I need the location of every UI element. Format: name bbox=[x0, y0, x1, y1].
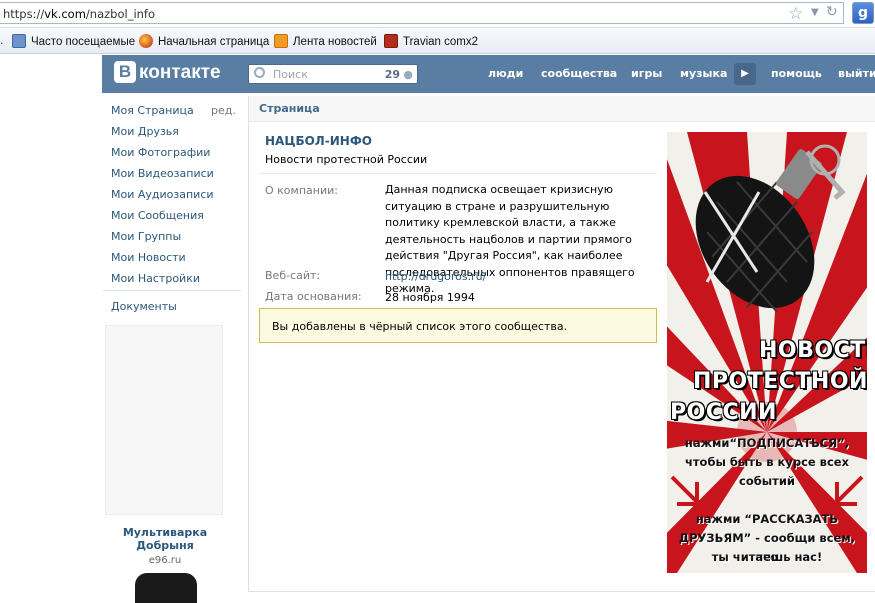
menu-my-videos[interactable]: Мои Видеозаписи bbox=[111, 167, 214, 180]
rss-feed-icon bbox=[274, 34, 288, 48]
ad-product-image[interactable] bbox=[135, 573, 197, 603]
menu-divider bbox=[103, 290, 241, 291]
search-input[interactable]: Поиск 29 ● bbox=[248, 64, 418, 84]
browser-address-bar: https://vk.com/nazbol_info ☆ ▼ ↻ g bbox=[0, 0, 875, 28]
menu-documents[interactable]: Документы bbox=[111, 300, 177, 313]
reload-icon[interactable]: ↻ bbox=[826, 4, 838, 20]
website-link[interactable]: http://drugoros.ru/ bbox=[385, 269, 486, 286]
poster-text-3: событий bbox=[739, 474, 795, 488]
bookmark-news-feed[interactable]: Лента новостей bbox=[274, 34, 377, 48]
group-avatar[interactable]: НОВОСТИ ПРОТЕСТНОЙ РОССИИ нажми“ПОДПИСАТ… bbox=[667, 132, 867, 573]
play-icon[interactable]: ▶ bbox=[734, 63, 756, 85]
poster-text-1: нажми“ПОДПИСАТЬСЯ”, bbox=[684, 436, 850, 450]
divider bbox=[259, 173, 657, 174]
nav-help[interactable]: помощь bbox=[771, 67, 822, 80]
nav-communities[interactable]: сообщества bbox=[541, 67, 617, 80]
poster-text-2: чтобы быть в курсе всех bbox=[684, 455, 849, 469]
menu-my-page[interactable]: Моя Страница bbox=[111, 104, 194, 117]
user-icon: ● bbox=[403, 68, 413, 81]
online-friends-count: 29 bbox=[384, 68, 400, 81]
breadcrumb[interactable]: Страница bbox=[259, 102, 320, 115]
poster-text-4: нажми “РАССКАЗАТЬ bbox=[695, 512, 839, 526]
google-search-icon[interactable]: g bbox=[852, 2, 874, 24]
bookmark-start-page[interactable]: Начальная страница bbox=[139, 34, 269, 48]
website-label: Веб-сайт: bbox=[265, 269, 321, 282]
ad-banner[interactable] bbox=[105, 325, 223, 515]
vk-logo[interactable]: Вконтакте bbox=[114, 61, 221, 87]
menu-my-messages[interactable]: Мои Сообщения bbox=[111, 209, 204, 222]
menu-my-groups[interactable]: Мои Группы bbox=[111, 230, 181, 243]
bookmark-travian[interactable]: Travian comx2 bbox=[384, 34, 478, 48]
about-label: О компании: bbox=[265, 184, 338, 197]
frequently-visited-icon bbox=[12, 34, 26, 48]
menu-my-settings[interactable]: Мои Настройки bbox=[111, 272, 200, 285]
nav-games[interactable]: игры bbox=[631, 67, 662, 80]
url-text: https://vk.com/nazbol_info bbox=[3, 7, 156, 21]
bookmark-frequently-visited[interactable]: Часто посещаемые bbox=[12, 34, 135, 48]
chevron-down-icon[interactable]: ▼ bbox=[811, 7, 819, 18]
nav-music[interactable]: музыка bbox=[680, 67, 727, 80]
poster-text-6: ты читаешь нас! bbox=[711, 550, 823, 564]
notice-text: Вы добавлены в чёрный список этого сообщ… bbox=[272, 320, 568, 333]
ad-domain: e96.ru bbox=[148, 555, 182, 566]
bookmark-star-icon[interactable]: ☆ bbox=[788, 4, 803, 24]
founded-value: 28 ноября 1994 bbox=[385, 291, 475, 304]
blacklist-notice: Вы добавлены в чёрный список этого сообщ… bbox=[259, 308, 657, 343]
firefox-icon bbox=[139, 34, 153, 48]
founded-label: Дата основания: bbox=[265, 290, 362, 303]
search-icon bbox=[254, 67, 265, 78]
menu-my-news[interactable]: Мои Новости bbox=[111, 251, 186, 264]
breadcrumb-bar: Страница bbox=[249, 96, 875, 122]
url-field[interactable]: https://vk.com/nazbol_info ☆ ▼ ↻ bbox=[0, 2, 844, 24]
vk-header: Вконтакте Поиск 29 ● люди сообщества игр… bbox=[102, 55, 875, 93]
poster-title-line3: РОССИИ bbox=[670, 400, 777, 425]
ad-title[interactable]: Мультиварка Добрыня bbox=[105, 526, 225, 552]
group-status: Новости протестной России bbox=[265, 153, 428, 166]
poster-title-line1: НОВОСТИ bbox=[759, 338, 867, 363]
menu-my-audio[interactable]: Мои Аудиозаписи bbox=[111, 188, 214, 201]
edit-link[interactable]: ред. bbox=[211, 104, 236, 117]
page-title: НАЦБОЛ-ИНФО bbox=[265, 134, 372, 148]
main-content: Страница НАЦБОЛ-ИНФО Новости протестной … bbox=[248, 96, 875, 592]
menu-my-photos[interactable]: Мои Фотографии bbox=[111, 146, 210, 159]
bookmarks-overflow-icon[interactable]: . bbox=[0, 34, 4, 47]
nav-people[interactable]: люди bbox=[488, 67, 523, 80]
search-placeholder: Поиск bbox=[273, 68, 308, 81]
poster-title-line2: ПРОТЕСТНОЙ bbox=[693, 369, 867, 394]
bookmarks-bar: . Часто посещаемые Начальная страница Ле… bbox=[0, 29, 875, 54]
travian-icon bbox=[384, 34, 398, 48]
nav-logout[interactable]: выйти bbox=[838, 67, 875, 80]
menu-my-friends[interactable]: Мои Друзья bbox=[111, 125, 179, 138]
